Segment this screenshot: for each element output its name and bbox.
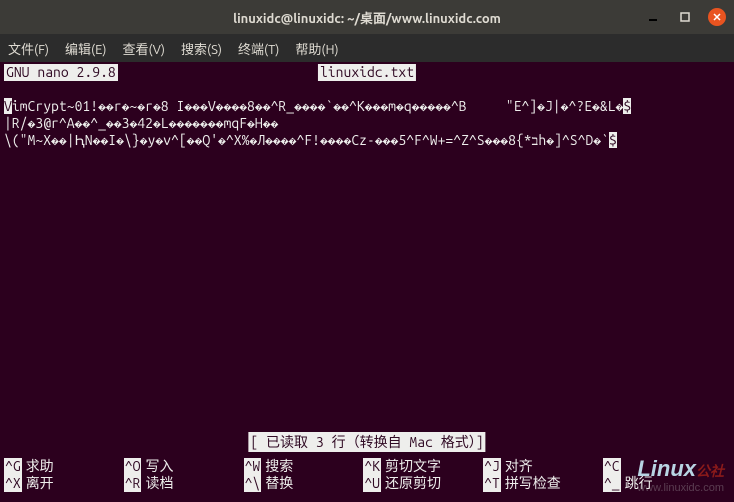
shortcut-row-2: ^X离开 ^R读档 ^\替换 ^U还原剪切 ^T拼写检查 ^_跳行 [4,475,730,492]
content-line-1: imCrypt~01!��r�~�r�8 I���V����8��^R_����… [12,98,624,114]
menu-view[interactable]: 查看(V) [123,39,165,58]
shortcut-exit: ^X离开 [4,475,124,492]
menu-edit[interactable]: 编辑(E) [65,39,106,58]
window-controls [644,8,726,26]
nano-content: VimCrypt~01!��r�~�r�8 I���V����8��^R_���… [4,98,730,149]
nano-filename: linuxidc.txt [318,64,416,81]
shortcut-uncut: ^U还原剪切 [363,475,483,492]
content-line-3: \("M~X��|ԦN��I�\}�y�v^[��Q'�^X%�Л����^F!… [4,132,609,148]
maximize-icon [680,12,690,22]
window-title: linuxidc@linuxidc: ~/桌面/www.linuxidc.com [233,8,501,27]
line-end-marker: $ [623,98,631,114]
shortcut-read: ^R读档 [124,475,244,492]
nano-status-bar: [ 已读取 3 行（转换自 Mac 格式）] [248,432,485,452]
menubar: 文件(F) 编辑(E) 查看(V) 搜索(S) 终端(T) 帮助(H) [0,34,734,62]
shortcut-writeout: ^O写入 [124,458,244,475]
watermark-url: www.linuxidc.com [637,482,724,494]
shortcut-cut: ^K剪切文字 [363,458,483,475]
menu-help[interactable]: 帮助(H) [295,39,338,58]
titlebar: linuxidc@linuxidc: ~/桌面/www.linuxidc.com [0,0,734,34]
watermark: Linux公社 www.linuxidc.com [637,456,724,494]
menu-file[interactable]: 文件(F) [8,39,49,58]
minimize-button[interactable] [644,8,662,26]
menu-terminal[interactable]: 终端(T) [238,39,279,58]
shortcut-search: ^W搜索 [244,458,364,475]
terminal-area[interactable]: GNU nano 2.9.8 linuxidc.txt VimCrypt~01!… [0,62,734,151]
close-button[interactable] [708,8,726,26]
nano-header: GNU nano 2.9.8 linuxidc.txt [4,64,730,81]
shortcut-spell: ^T拼写检查 [483,475,603,492]
watermark-logo: Linux公社 [637,456,724,482]
shortcut-help: ^G求助 [4,458,124,475]
cursor: V [4,98,12,114]
menu-search[interactable]: 搜索(S) [181,39,222,58]
content-line-2: |R/�3@r^A��^_��3�42�L�������mqF�H�� [4,115,278,131]
line-end-marker: $ [609,132,617,148]
shortcut-replace: ^\替换 [244,475,364,492]
nano-version: GNU nano 2.9.8 [4,64,118,81]
nano-shortcuts: ^G求助 ^O写入 ^W搜索 ^K剪切文字 ^J对齐 ^C ^X离开 ^R读档 … [4,458,730,492]
close-icon [712,12,722,22]
maximize-button[interactable] [676,8,694,26]
minimize-icon [648,12,658,22]
shortcut-row-1: ^G求助 ^O写入 ^W搜索 ^K剪切文字 ^J对齐 ^C [4,458,730,475]
shortcut-justify: ^J对齐 [483,458,603,475]
